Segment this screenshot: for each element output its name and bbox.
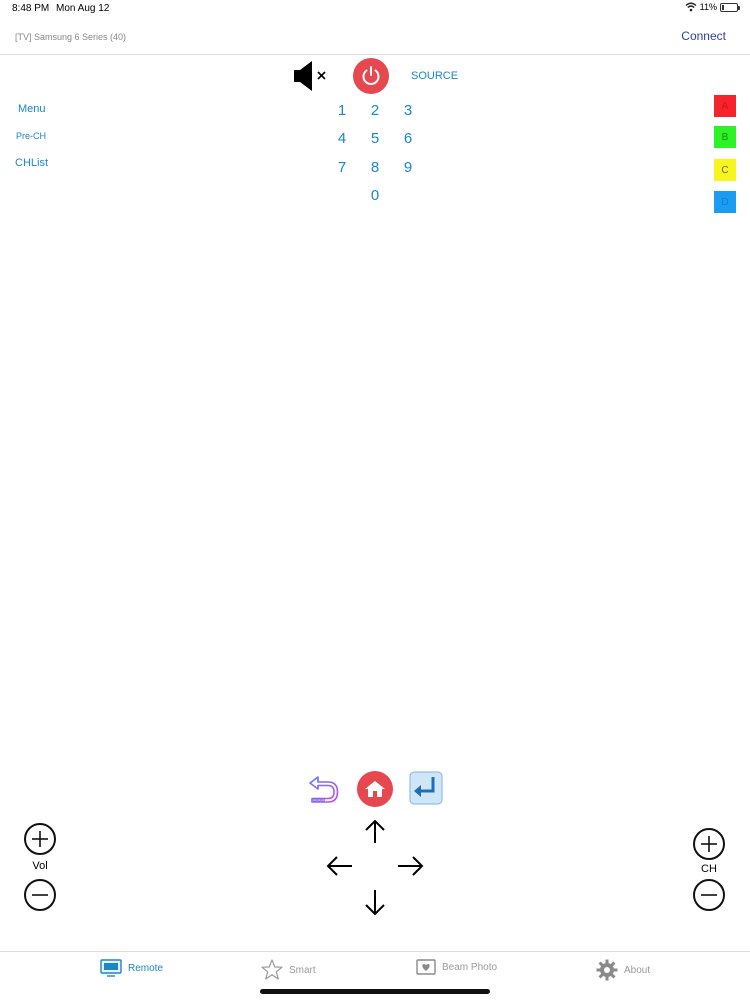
key-8[interactable]: 8 [365,159,385,176]
home-indicator [260,989,490,994]
key-2[interactable]: 2 [365,102,385,119]
nav-divider [0,54,750,55]
battery-icon [720,2,740,12]
arrow-up-icon [365,819,385,843]
status-time: 8:48 PM [12,3,50,14]
tab-about[interactable]: About [596,959,650,981]
tab-remote[interactable]: Remote [100,959,163,977]
color-button-c[interactable]: C [714,159,736,181]
key-6[interactable]: 6 [398,130,418,147]
photo-icon [416,959,436,975]
gear-icon [596,959,618,981]
key-3[interactable]: 3 [398,102,418,119]
key-5[interactable]: 5 [365,130,385,147]
channel-label: CH [701,863,717,875]
arrow-right-icon [398,856,424,876]
channel-down-button[interactable] [693,879,725,911]
tab-beam-photo[interactable]: Beam Photo [416,959,497,975]
back-button[interactable] [306,773,340,805]
enter-icon [409,771,443,805]
chlist-button[interactable]: CHList [15,157,48,169]
dpad-up-button[interactable] [363,818,387,844]
home-icon [365,781,385,797]
device-title: [TV] Samsung 6 Series (40) [15,32,127,42]
volume-down-button[interactable] [24,879,56,911]
plus-icon [701,836,717,852]
star-icon [261,959,283,980]
volume-label: Vol [32,860,48,872]
status-indicators: 11% [685,2,740,12]
tab-label: About [624,964,651,976]
color-button-d[interactable]: D [714,191,736,213]
enter-button[interactable] [409,771,443,805]
mute-icon [294,61,326,91]
power-button[interactable] [353,58,389,94]
tab-label: Remote [128,962,164,974]
battery-percent: 11% [699,2,717,12]
status-date: Mon Aug 12 [56,3,110,14]
mute-button[interactable] [292,59,328,93]
channel-up-button[interactable] [693,828,725,860]
minus-icon [701,894,717,896]
dpad-down-button[interactable] [363,889,387,917]
home-button[interactable] [357,771,393,807]
dpad-left-button[interactable] [325,854,353,878]
back-icon [309,776,339,803]
key-0[interactable]: 0 [365,187,385,204]
tab-bar-divider [0,951,750,952]
color-button-b[interactable]: B [714,126,736,148]
tab-label: Smart [289,964,316,976]
volume-up-button[interactable] [24,823,56,855]
color-button-a[interactable]: A [714,95,736,117]
plus-icon [32,831,48,847]
key-7[interactable]: 7 [332,159,352,176]
arrow-left-icon [326,856,352,876]
tab-label: Beam Photo [442,961,498,973]
menu-button[interactable]: Menu [18,103,46,115]
dpad-right-button[interactable] [397,854,425,878]
key-9[interactable]: 9 [398,159,418,176]
tab-smart[interactable]: Smart [261,959,316,981]
power-icon [362,66,380,85]
wifi-icon [685,2,697,12]
source-button[interactable]: SOURCE [411,70,458,82]
minus-icon [32,894,48,896]
tv-icon [100,959,122,977]
key-4[interactable]: 4 [332,130,352,147]
connect-button[interactable]: Connect [681,29,726,43]
prech-button[interactable]: Pre-CH [16,131,46,141]
arrow-down-icon [365,890,385,916]
key-1[interactable]: 1 [332,102,352,119]
